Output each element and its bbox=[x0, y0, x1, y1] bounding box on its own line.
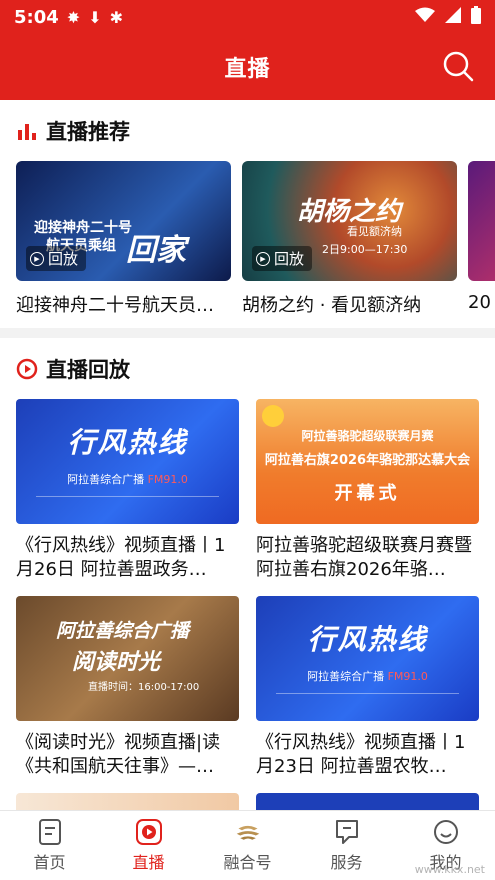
service-icon bbox=[334, 819, 360, 845]
bug-icon: ✱ bbox=[109, 7, 123, 27]
battery-icon bbox=[471, 5, 481, 29]
thumb-text: 2日9:00—17:30 bbox=[322, 243, 408, 256]
notification-icon: ✸ bbox=[66, 7, 81, 27]
home-doc-icon bbox=[37, 818, 63, 845]
thumb-text: 阿拉善综合广播 bbox=[56, 620, 190, 642]
download-icon: ⬇ bbox=[88, 7, 102, 27]
profile-icon bbox=[433, 819, 459, 845]
thumb-text: 回家 bbox=[126, 233, 186, 268]
page-title: 直播 bbox=[224, 57, 271, 82]
watermark: www.kkx.net bbox=[415, 863, 485, 876]
header: 直播 bbox=[0, 34, 495, 100]
search-icon[interactable] bbox=[441, 49, 475, 83]
play-circle-icon: ▶ bbox=[30, 251, 44, 266]
replay-badge-label: 回放 bbox=[274, 250, 305, 268]
replay-card[interactable]: 阿拉善骆驼超级联赛月赛 阿拉善右旗2026年骆驼那达慕大会 开幕式 阿拉善骆驼超… bbox=[256, 399, 479, 582]
live-card[interactable]: 迎接神舟二十号 航天员乘组 回家 ▶ 回放 迎接神舟二十号航天员… bbox=[16, 161, 231, 317]
replay-header: 直播回放 bbox=[0, 349, 495, 389]
live-thumbnail: 迎接神舟二十号 航天员乘组 回家 ▶ 回放 bbox=[16, 161, 231, 281]
thumb-text: 行风热线 bbox=[307, 623, 428, 656]
replay-card[interactable]: 阿拉善综合广播 阅读时光 直播时间：16:00-17:00 《阅读时光》视频直播… bbox=[16, 596, 239, 779]
thumb-text: 阿拉善骆驼超级联赛月赛 bbox=[301, 429, 434, 443]
thumb-text: 阅读时光 bbox=[72, 650, 161, 675]
live-caption: 迎接神舟二十号航天员… bbox=[16, 295, 214, 316]
thumb-text: 阿拉善右旗2026年骆驼那达慕大会 bbox=[264, 453, 471, 468]
replay-thumbnail: 阿拉善骆驼超级联赛月赛 阿拉善右旗2026年骆驼那达慕大会 开幕式 bbox=[256, 399, 479, 524]
section-divider bbox=[0, 328, 495, 338]
live-thumbnail: 胡杨之约 看见额济纳 2日9:00—17:30 ▶ 回放 bbox=[242, 161, 457, 281]
signal-icon bbox=[445, 6, 461, 28]
tab-label: 服务 bbox=[330, 852, 363, 872]
thumb-subtext: 阿拉善综合广播 FM91.0 bbox=[67, 473, 188, 486]
play-icon bbox=[135, 818, 162, 845]
tab-home[interactable]: 首页 bbox=[0, 811, 99, 880]
replay-thumbnail: 阿拉善综合广播 阅读时光 直播时间：16:00-17:00 bbox=[16, 596, 239, 721]
tab-label: 首页 bbox=[33, 852, 66, 872]
tab-label: 直播 bbox=[132, 852, 165, 872]
thumb-text: 迎接神舟二十号 bbox=[34, 220, 132, 236]
replay-badge: ▶ 回放 bbox=[252, 246, 313, 271]
replay-grid: 行风热线 阿拉善综合广播 FM91.0 《行风热线》视频直播丨1月26日 阿拉善… bbox=[16, 399, 479, 779]
thumb-line bbox=[276, 693, 459, 694]
replay-caption: 《行风热线》视频直播丨1月26日 阿拉善盟政务… bbox=[16, 535, 226, 580]
event-logo bbox=[262, 405, 284, 427]
tab-service[interactable]: 服务 bbox=[297, 811, 396, 880]
replay-badge-label: 回放 bbox=[48, 250, 79, 268]
wifi-icon bbox=[415, 7, 435, 28]
live-recommend-title: 直播推荐 bbox=[46, 116, 130, 146]
status-time: 5:04 bbox=[14, 6, 59, 28]
play-circle-icon: ▶ bbox=[256, 251, 270, 266]
live-recommend-header: 直播推荐 bbox=[0, 111, 495, 151]
watermark-text: www.kkx.net bbox=[414, 863, 485, 876]
tab-label: 融合号 bbox=[223, 852, 272, 872]
thumb-text: 开幕式 bbox=[334, 483, 401, 504]
live-caption: 胡杨之约 · 看见额济纳 bbox=[242, 295, 422, 316]
status-bar: 5:04 ✸ ⬇ ✱ bbox=[0, 0, 495, 34]
fusion-icon bbox=[235, 819, 261, 845]
replay-card[interactable]: 行风热线 阿拉善综合广播 FM91.0 《行风热线》视频直播丨1月23日 阿拉善… bbox=[256, 596, 479, 779]
replay-thumbnail: 行风热线 阿拉善综合广播 FM91.0 bbox=[256, 596, 479, 721]
live-card-row: 迎接神舟二十号 航天员乘组 回家 ▶ 回放 迎接神舟二十号航天员… 胡杨之约 看… bbox=[16, 161, 457, 317]
play-circle-icon bbox=[16, 358, 38, 380]
live-card[interactable]: 胡杨之约 看见额济纳 2日9:00—17:30 ▶ 回放 胡杨之约 · 看见额济… bbox=[242, 161, 457, 317]
replay-badge: ▶ 回放 bbox=[26, 246, 87, 271]
thumb-text: 行风热线 bbox=[67, 426, 188, 459]
live-recommend-section: 直播推荐 bbox=[0, 111, 495, 151]
replay-title: 直播回放 bbox=[46, 354, 130, 384]
thumb-subtext: 阿拉善综合广播 FM91.0 bbox=[307, 670, 428, 683]
replay-caption: 《行风热线》视频直播丨1月23日 阿拉善盟农牧… bbox=[256, 732, 466, 777]
tab-live[interactable]: 直播 bbox=[99, 811, 198, 880]
tab-fusion[interactable]: 融合号 bbox=[198, 811, 297, 880]
replay-caption: 《阅读时光》视频直播|读《共和国航天往事》—… bbox=[16, 732, 221, 777]
thumb-text: 直播时间：16:00-17:00 bbox=[88, 682, 200, 693]
replay-section: 直播回放 bbox=[0, 349, 495, 389]
replay-caption: 阿拉善骆驼超级联赛月赛暨阿拉善右旗2026年骆… bbox=[256, 535, 472, 580]
thumb-text: 看见额济纳 bbox=[347, 225, 402, 238]
replay-thumbnail: 行风热线 阿拉善综合广播 FM91.0 bbox=[16, 399, 239, 524]
thumb-line bbox=[36, 496, 219, 497]
live-caption-peek: 20 bbox=[468, 292, 491, 313]
live-card-peek[interactable] bbox=[468, 161, 495, 281]
bar-chart-icon bbox=[16, 120, 38, 142]
replay-card[interactable]: 行风热线 阿拉善综合广播 FM91.0 《行风热线》视频直播丨1月26日 阿拉善… bbox=[16, 399, 239, 582]
